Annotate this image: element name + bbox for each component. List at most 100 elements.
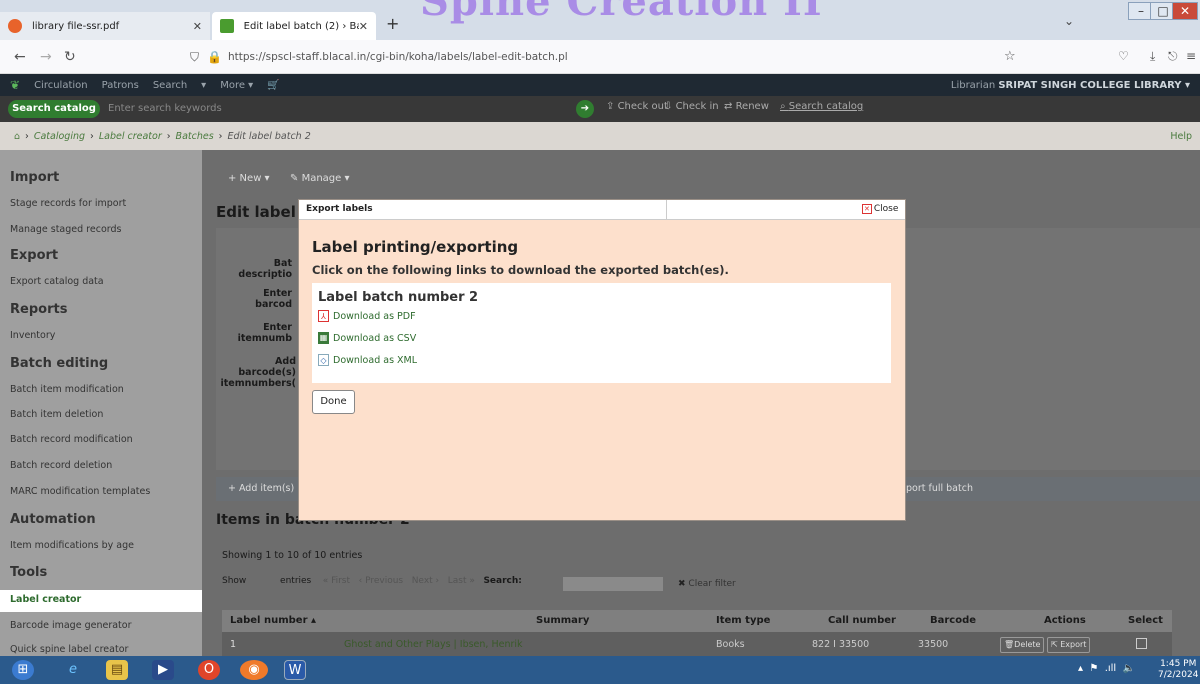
sidebar-item-export-catalog[interactable]: Export catalog data xyxy=(10,276,104,287)
forward-arrow-icon[interactable]: → xyxy=(40,49,52,65)
librarian-prefix: Librarian xyxy=(950,79,996,91)
select-checkbox[interactable] xyxy=(1136,638,1147,649)
internet-explorer-icon[interactable]: e xyxy=(62,660,84,680)
batch-number-heading: Label batch number 2 xyxy=(318,290,479,305)
nav-circulation[interactable]: Circulation xyxy=(34,80,88,91)
download-pdf-label: Download as PDF xyxy=(333,310,416,322)
sidebar-item-batch-item-del[interactable]: Batch item deletion xyxy=(10,409,103,420)
browser-tab-pdf[interactable]: library file-ssr.pdf ✕ xyxy=(0,12,210,40)
window-close-button[interactable]: ✕ xyxy=(1172,2,1198,20)
sidebar-item-modifications-by-age[interactable]: Item modifications by age xyxy=(10,540,134,551)
pager-last[interactable]: Last » xyxy=(448,576,475,586)
form-label-itemnumber: Enter itemnumb xyxy=(237,322,292,344)
nav-search-dropdown[interactable]: ▾ xyxy=(201,80,206,91)
sidebar-item-batch-record-del[interactable]: Batch record deletion xyxy=(10,460,112,471)
checkin-link[interactable]: ⇩ Check in xyxy=(664,101,719,112)
sidebar-item-batch-item-mod[interactable]: Batch item modification xyxy=(10,384,124,395)
table-search-input[interactable] xyxy=(563,577,663,591)
col-label-number-text: Label number xyxy=(230,615,308,626)
extensions-icon[interactable]: ⎋ xyxy=(1168,49,1178,64)
download-csv-label: Download as CSV xyxy=(333,332,417,344)
pocket-icon[interactable]: ♡ xyxy=(1118,49,1129,63)
cart-icon[interactable]: 🛒 xyxy=(267,80,279,91)
breadcrumb-current: Edit label batch 2 xyxy=(227,130,311,142)
search-submit-button[interactable]: ➔ xyxy=(576,100,594,118)
download-pdf-link[interactable]: ⅄ Download as PDF xyxy=(318,310,416,322)
nav-search[interactable]: Search xyxy=(153,80,187,91)
pager-first[interactable]: « First xyxy=(323,576,350,586)
firefox-taskbar-icon[interactable]: ◉ xyxy=(240,660,268,680)
col-summary[interactable]: Summary xyxy=(536,615,589,626)
done-button[interactable]: Done xyxy=(312,390,355,414)
search-input[interactable]: Enter search keywords xyxy=(104,100,574,118)
download-xml-label: Download as XML xyxy=(333,354,418,366)
file-explorer-icon[interactable]: ▤ xyxy=(106,660,128,680)
search-catalog-tab[interactable]: Search catalog xyxy=(8,100,100,118)
taskbar-clock[interactable]: 1:45 PM 7/2/2024 xyxy=(1158,659,1198,681)
download-xml-link[interactable]: ◇ Download as XML xyxy=(318,354,417,366)
clear-filter-button[interactable]: ✖ Clear filter xyxy=(678,579,736,589)
sidebar-item-marc-templates[interactable]: MARC modification templates xyxy=(10,486,150,497)
breadcrumb-cataloging[interactable]: Cataloging xyxy=(34,131,85,142)
checkout-label: Check out xyxy=(617,101,668,112)
download-csv-link[interactable]: ▦ Download as CSV xyxy=(318,332,416,344)
renew-link[interactable]: ⇄ Renew xyxy=(724,101,769,112)
nav-more[interactable]: More ▾ xyxy=(220,80,253,91)
breadcrumb-label-creator[interactable]: Label creator xyxy=(99,131,162,142)
nav-patrons[interactable]: Patrons xyxy=(102,80,139,91)
delete-button[interactable]: 🗑Delete xyxy=(1000,637,1045,653)
bookmark-star-icon[interactable]: ☆ xyxy=(1004,49,1016,64)
col-item-type[interactable]: Item type xyxy=(716,615,770,626)
url-bar[interactable]: ⛉ 🔒 https://spscl-staff.blacal.in/cgi-bi… xyxy=(190,43,1020,71)
dialog-close-button[interactable]: ✕ Close xyxy=(862,204,898,214)
col-call-number[interactable]: Call number xyxy=(828,615,896,626)
download-icon[interactable]: ⤓ xyxy=(1150,49,1155,64)
reload-icon[interactable]: ↻ xyxy=(64,49,76,65)
breadcrumb-batches[interactable]: Batches xyxy=(176,131,214,142)
sidebar-item-inventory[interactable]: Inventory xyxy=(10,330,55,341)
help-link[interactable]: Help xyxy=(1170,131,1192,142)
sidebar-item-label-creator[interactable]: Label creator xyxy=(10,594,81,605)
opera-icon[interactable]: O xyxy=(198,660,220,680)
col-select: Select xyxy=(1128,615,1163,626)
xml-icon: ◇ xyxy=(318,354,329,366)
media-player-icon[interactable]: ▶ xyxy=(152,660,174,680)
sidebar-item-stage-records[interactable]: Stage records for import xyxy=(10,198,126,209)
new-tab-button[interactable]: + xyxy=(386,14,399,33)
menu-icon[interactable]: ≡ xyxy=(1186,49,1196,63)
back-arrow-icon[interactable]: ← xyxy=(14,49,26,65)
sidebar-item-batch-record-mod[interactable]: Batch record modification xyxy=(10,434,133,445)
add-items-button[interactable]: + Add item(s) xyxy=(228,483,294,494)
tab-list-chevron-icon[interactable]: ⌄ xyxy=(1064,14,1074,28)
start-button-icon[interactable]: ⊞ xyxy=(12,660,34,680)
word-icon[interactable]: W xyxy=(284,660,306,680)
sidebar-heading-export: Export xyxy=(10,248,59,263)
close-tab-icon[interactable]: ✕ xyxy=(359,20,368,33)
pager-next[interactable]: Next › xyxy=(412,576,439,586)
new-button[interactable]: + New ▾ xyxy=(228,173,270,184)
form-label-description: Bat descriptio xyxy=(238,258,292,280)
manage-button[interactable]: ✎ Manage ▾ xyxy=(290,173,350,184)
home-icon[interactable]: ⌂ xyxy=(14,131,20,142)
col-label-number[interactable]: Label number ▴ xyxy=(230,615,316,626)
sidebar-item-manage-staged[interactable]: Manage staged records xyxy=(10,224,121,235)
koha-logo-icon[interactable]: ❦ xyxy=(10,78,20,92)
dialog-title: Export labels xyxy=(306,204,373,214)
export-full-batch-button[interactable]: port full batch xyxy=(906,483,973,494)
col-actions: Actions xyxy=(1044,615,1086,626)
sidebar-heading-reports: Reports xyxy=(10,302,68,317)
librarian-menu[interactable]: Librarian SRIPAT SINGH COLLEGE LIBRARY ▾ xyxy=(937,80,1190,91)
cell-summary-link[interactable]: Ghost and Other Plays | Ibsen, Henrik xyxy=(344,639,523,650)
export-label: Export xyxy=(1060,640,1087,649)
col-barcode[interactable]: Barcode xyxy=(930,615,976,626)
clock-date: 7/2/2024 xyxy=(1158,670,1199,680)
export-button[interactable]: ⇱ Export xyxy=(1047,637,1091,653)
sidebar-item-quick-spine[interactable]: Quick spine label creator xyxy=(10,644,128,655)
sidebar-item-barcode-generator[interactable]: Barcode image generator xyxy=(10,620,132,631)
checkout-link[interactable]: ⇪ Check out xyxy=(606,101,668,112)
system-tray[interactable]: ▴ ⚑ .ıll 🔈 xyxy=(1078,663,1135,674)
close-tab-icon[interactable]: ✕ xyxy=(193,20,202,33)
pager-previous[interactable]: ‹ Previous xyxy=(359,576,404,586)
browser-tab-koha[interactable]: Edit label batch (2) › Batches › L ✕ xyxy=(212,12,376,40)
search-catalog-link[interactable]: ⌕ Search catalog xyxy=(780,101,863,112)
